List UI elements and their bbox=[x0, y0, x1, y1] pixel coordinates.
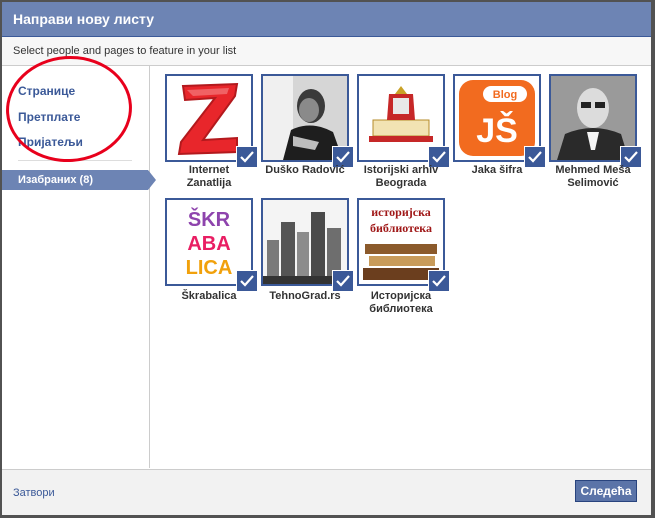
svg-text:ABA: ABA bbox=[187, 233, 230, 255]
create-list-dialog: Направи нову листу Select people and pag… bbox=[2, 2, 651, 515]
page-name: TehnoGrad.rs bbox=[269, 290, 341, 302]
page-tile-mesa-selimovic[interactable]: Mehmed Meša Selimović bbox=[549, 74, 642, 189]
page-name: Jaka šifra bbox=[471, 164, 523, 176]
selected-arrow-icon bbox=[148, 170, 156, 190]
dialog-subtitle: Select people and pages to feature in yo… bbox=[13, 45, 237, 57]
sidebar-item-selected-label: Изабраних (8) bbox=[18, 174, 94, 186]
page-tile-istorijski-arhiv[interactable]: Istorijski arhiv Beograda bbox=[357, 74, 450, 189]
next-button[interactable]: Следећа bbox=[575, 480, 637, 502]
svg-text:LICA: LICA bbox=[186, 257, 233, 279]
selected-check-icon[interactable] bbox=[236, 270, 258, 292]
page-name: Историјска библиотека bbox=[369, 290, 433, 315]
page-name: Internet Zanatlija bbox=[186, 164, 232, 189]
page-name: Mehmed Meša Selimović bbox=[555, 164, 631, 189]
page-tile-internet-zanatlija[interactable]: Internet Zanatlija bbox=[165, 74, 258, 189]
dialog-title: Направи нову листу bbox=[13, 11, 155, 27]
dialog-footer: Затвори Следећа bbox=[2, 469, 651, 515]
svg-text:Blog: Blog bbox=[493, 89, 517, 101]
page-tile-istorijska-biblioteka[interactable]: историјска библиотека Историјска библиоте… bbox=[357, 198, 450, 315]
sidebar-item-selected[interactable]: Изабраних (8) bbox=[2, 170, 156, 190]
selected-check-icon[interactable] bbox=[428, 270, 450, 292]
close-link[interactable]: Затвори bbox=[13, 487, 55, 499]
page-name: Duško Radović bbox=[265, 164, 345, 176]
selected-check-icon[interactable] bbox=[332, 270, 354, 292]
svg-text:JŠ: JŠ bbox=[476, 111, 518, 150]
page-tile-skrabalica[interactable]: ŠKR ABA LICA Škrabalica bbox=[165, 198, 258, 302]
page-tile-jaka-sifra[interactable]: Blog JŠ Jaka šifra bbox=[453, 74, 546, 176]
dialog-titlebar: Направи нову листу bbox=[2, 2, 651, 37]
svg-text:библиотека: библиотека bbox=[370, 221, 432, 235]
page-name: Istorijski arhiv Beograda bbox=[363, 164, 439, 189]
page-tile-tehnograd[interactable]: TehnoGrad.rs bbox=[261, 198, 354, 302]
page-tile-dusko-radovic[interactable]: Duško Radović bbox=[261, 74, 354, 176]
page-name: Škrabalica bbox=[181, 290, 237, 302]
svg-text:историјска: историјска bbox=[371, 205, 431, 219]
svg-text:ŠKR: ŠKR bbox=[188, 207, 231, 231]
